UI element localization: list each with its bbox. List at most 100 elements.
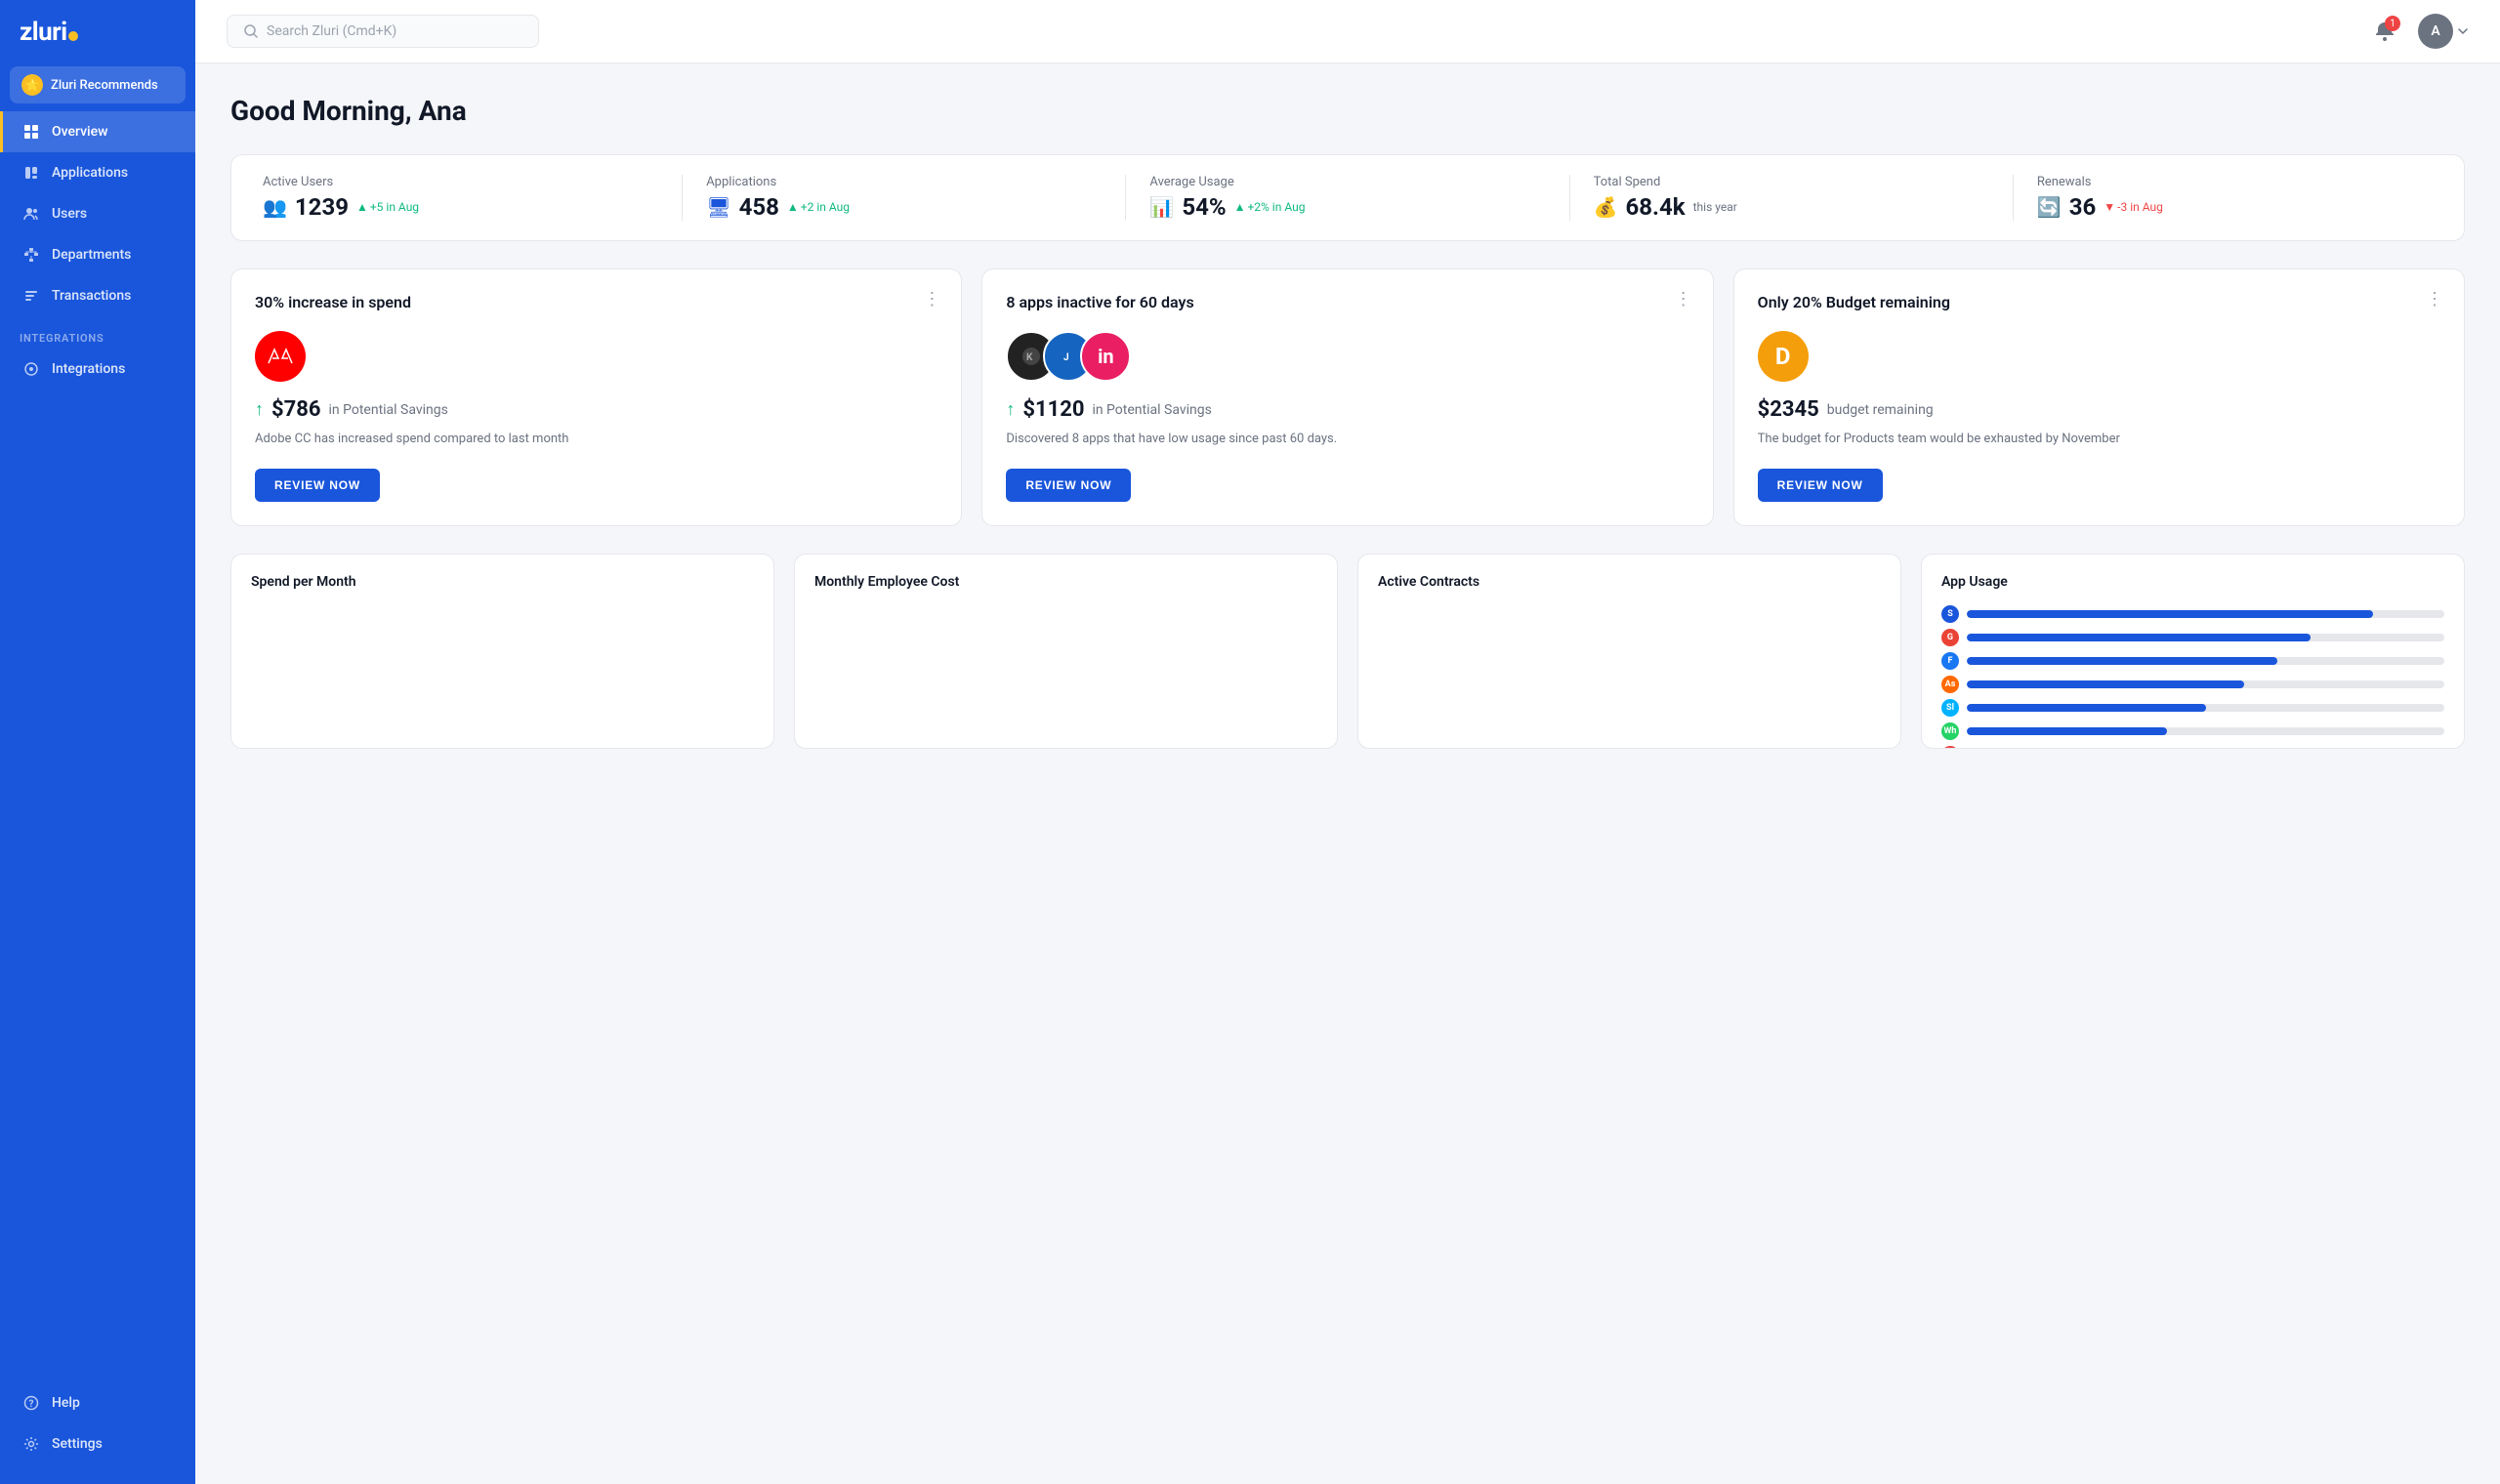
chart-app-usage: App Usage SGFAsSlWhRd bbox=[1921, 554, 2465, 749]
spend-icon: 💰 bbox=[1594, 195, 1618, 219]
stat-active-users: Active Users 👥 1239 ▲ +5 in Aug bbox=[263, 175, 683, 221]
stat-change: ▼ -3 in Aug bbox=[2104, 200, 2163, 214]
app-usage-bar-background bbox=[1967, 634, 2444, 641]
chart-spend-per-month: Spend per Month bbox=[230, 554, 774, 749]
app-usage-row: G bbox=[1941, 629, 2444, 646]
insight-app-icons bbox=[255, 331, 938, 382]
stat-number: 36 bbox=[2069, 193, 2097, 221]
sidebar-item-users[interactable]: Users bbox=[0, 193, 195, 234]
applications-icon bbox=[22, 164, 40, 182]
app-usage-icon: Wh bbox=[1941, 722, 1959, 740]
sidebar-item-label: Integrations bbox=[52, 361, 125, 377]
svg-text:J: J bbox=[1063, 352, 1069, 363]
stat-change: ▲ +2% in Aug bbox=[1234, 200, 1306, 214]
insight-description: The budget for Products team would be ex… bbox=[1758, 430, 2440, 449]
notification-badge: 1 bbox=[2385, 16, 2400, 31]
sidebar-item-applications[interactable]: Applications bbox=[0, 152, 195, 193]
svg-text:?: ? bbox=[29, 1399, 34, 1410]
stat-avg-usage: Average Usage 📊 54% ▲ +2% in Aug bbox=[1149, 175, 1569, 221]
search-placeholder: Search Zluri (Cmd+K) bbox=[267, 23, 396, 39]
departments-icon bbox=[22, 246, 40, 264]
overview-icon bbox=[22, 123, 40, 141]
insight-menu-button[interactable]: ⋮ bbox=[1675, 289, 1693, 309]
settings-icon bbox=[22, 1435, 40, 1453]
sidebar-item-overview[interactable]: Overview bbox=[0, 111, 195, 152]
sidebar-item-recommends[interactable]: ⭐ Zluri Recommends bbox=[10, 66, 186, 103]
sidebar-item-settings[interactable]: Settings bbox=[0, 1423, 195, 1464]
integrations-section-label: INTEGRATIONS bbox=[0, 316, 195, 349]
app-usage-bar-background bbox=[1967, 727, 2444, 735]
sidebar-item-label: Users bbox=[52, 206, 87, 222]
arrow-up-icon: ▲ bbox=[1234, 200, 1246, 214]
app-usage-bar-background bbox=[1967, 610, 2444, 618]
app-usage-row: Wh bbox=[1941, 722, 2444, 740]
stat-label: Active Users bbox=[263, 175, 658, 189]
savings-label: in Potential Savings bbox=[1092, 402, 1211, 418]
review-now-button[interactable]: REVIEW NOW bbox=[1006, 469, 1131, 502]
transactions-icon bbox=[22, 287, 40, 305]
savings-amount: $786 bbox=[271, 397, 321, 422]
stat-label: Total Spend bbox=[1594, 175, 1989, 189]
sidebar-item-departments[interactable]: Departments bbox=[0, 234, 195, 275]
insight-card-budget: Only 20% Budget remaining ⋮ D $2345 budg… bbox=[1733, 268, 2465, 526]
users-icon bbox=[22, 205, 40, 223]
multi-app-icons: K J in bbox=[1006, 331, 1131, 382]
savings-up-icon: ↑ bbox=[1006, 399, 1015, 420]
active-users-icon: 👥 bbox=[263, 195, 287, 219]
sidebar: zluri ⭐ Zluri Recommends Overview bbox=[0, 0, 195, 1484]
chart-title: Active Contracts bbox=[1378, 574, 1881, 590]
savings-amount: $1120 bbox=[1022, 397, 1084, 422]
stat-number: 458 bbox=[739, 193, 779, 221]
app-usage-bar-fill bbox=[1967, 657, 2277, 665]
search-bar[interactable]: Search Zluri (Cmd+K) bbox=[227, 15, 539, 48]
sidebar-bottom: ? Help Settings bbox=[0, 1382, 195, 1484]
savings-amount: $2345 bbox=[1758, 397, 1819, 422]
logo-text: zluri bbox=[20, 18, 78, 47]
chart-monthly-employee-cost: Monthly Employee Cost bbox=[794, 554, 1338, 749]
insight-card-inactive: 8 apps inactive for 60 days ⋮ K J in bbox=[981, 268, 1713, 526]
search-icon bbox=[243, 23, 259, 39]
user-avatar-wrapper[interactable]: A bbox=[2418, 14, 2469, 49]
review-now-button[interactable]: REVIEW NOW bbox=[1758, 469, 1883, 502]
stat-label: Renewals bbox=[2037, 175, 2433, 189]
header: Search Zluri (Cmd+K) 1 A bbox=[195, 0, 2500, 63]
insight-card-spend: 30% increase in spend ⋮ ↑ $786 in Potent… bbox=[230, 268, 962, 526]
app-usage-bar-background bbox=[1967, 680, 2444, 688]
sidebar-item-help[interactable]: ? Help bbox=[0, 1382, 195, 1423]
app-usage-list: SGFAsSlWhRd bbox=[1941, 605, 2444, 749]
renewals-icon: 🔄 bbox=[2037, 195, 2062, 219]
sidebar-item-integrations[interactable]: Integrations bbox=[0, 349, 195, 390]
chart-active-contracts: Active Contracts bbox=[1357, 554, 1901, 749]
stat-value-row: 🖥 458 ▲ +2 in Aug bbox=[706, 193, 1102, 221]
stat-change: ▲ +5 in Aug bbox=[356, 200, 419, 214]
stat-label: Average Usage bbox=[1149, 175, 1545, 189]
chart-title: Spend per Month bbox=[251, 574, 754, 590]
adobe-cc-icon bbox=[255, 331, 306, 382]
insight-menu-button[interactable]: ⋮ bbox=[2426, 289, 2444, 309]
insights-grid: 30% increase in spend ⋮ ↑ $786 in Potent… bbox=[230, 268, 2465, 526]
sidebar-item-label: Settings bbox=[52, 1436, 103, 1452]
notification-button[interactable]: 1 bbox=[2367, 14, 2402, 49]
app-usage-bar-fill bbox=[1967, 727, 2167, 735]
app-icon-invis: in bbox=[1080, 331, 1131, 382]
stat-number: 68.4k bbox=[1626, 193, 1686, 221]
stat-change: ▲ +2 in Aug bbox=[787, 200, 850, 214]
recommends-label: Zluri Recommends bbox=[51, 78, 158, 93]
review-now-button[interactable]: REVIEW NOW bbox=[255, 469, 380, 502]
app-usage-icon: G bbox=[1941, 629, 1959, 646]
insight-menu-button[interactable]: ⋮ bbox=[923, 289, 941, 309]
applications-stat-icon: 🖥 bbox=[706, 195, 730, 219]
d-app-icon: D bbox=[1758, 331, 1809, 382]
page-content: Good Morning, Ana Active Users 👥 1239 ▲ … bbox=[195, 63, 2500, 780]
arrow-down-icon: ▼ bbox=[2104, 200, 2115, 214]
logo-dot bbox=[68, 31, 78, 41]
logo-area: zluri bbox=[0, 0, 195, 62]
insight-title: 30% increase in spend bbox=[255, 293, 938, 311]
insight-app-icons: D bbox=[1758, 331, 2440, 382]
app-usage-row: F bbox=[1941, 652, 2444, 670]
insight-title: 8 apps inactive for 60 days bbox=[1006, 293, 1688, 311]
savings-row: ↑ $1120 in Potential Savings bbox=[1006, 397, 1688, 422]
app-usage-icon: As bbox=[1941, 676, 1959, 693]
sidebar-item-transactions[interactable]: Transactions bbox=[0, 275, 195, 316]
help-icon: ? bbox=[22, 1394, 40, 1412]
